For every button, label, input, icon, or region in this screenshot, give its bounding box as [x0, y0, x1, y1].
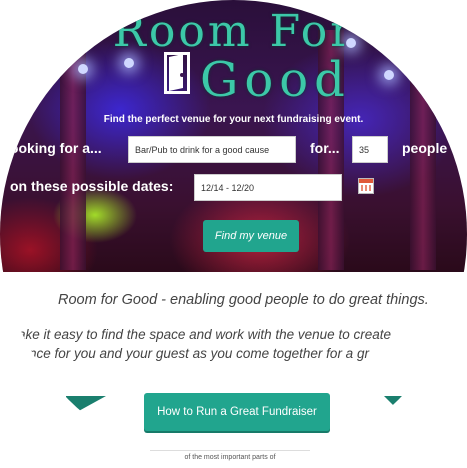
- people-label: people: [402, 140, 448, 156]
- decor-light: [78, 64, 88, 74]
- headline-text: Room for Good - enabling good people to …: [58, 292, 429, 308]
- dates-label: on these possible dates:: [10, 178, 174, 194]
- decor-light: [124, 58, 134, 68]
- venue-type-input[interactable]: Bar/Pub to drink for a good cause: [128, 136, 296, 163]
- decor-pillar: [410, 60, 436, 270]
- door-icon: [164, 52, 190, 94]
- for-label: for...: [310, 140, 340, 156]
- decor-light: [384, 70, 394, 80]
- footer-snippet-text: of the most important parts of: [184, 454, 276, 461]
- dates-input[interactable]: 12/14 - 12/20: [194, 174, 342, 201]
- footer-snippet: of the most important parts of: [150, 450, 310, 468]
- hero-banner: Room For Good Find the perfect venue for…: [0, 0, 467, 272]
- logo-line2: Good: [200, 52, 351, 108]
- decor-ribbon-right: [384, 396, 404, 416]
- looking-for-label: looking for a...: [6, 140, 102, 156]
- decor-ribbon-left: [66, 396, 106, 418]
- tagline: Find the perfect venue for your next fun…: [103, 114, 364, 125]
- paragraph-line-2: rience for you and your guest as you com…: [14, 346, 369, 361]
- paragraph-line-1: ake it easy to find the space and work w…: [18, 327, 391, 342]
- find-venue-button[interactable]: Find my venue: [203, 220, 299, 252]
- people-count-input[interactable]: 35: [352, 136, 388, 163]
- circular-frame: Room For Good Find the perfect venue for…: [0, 0, 467, 468]
- calendar-icon[interactable]: [358, 178, 374, 194]
- fundraiser-guide-button[interactable]: How to Run a Great Fundraiser: [144, 393, 330, 431]
- logo-line1: Room For: [112, 6, 355, 57]
